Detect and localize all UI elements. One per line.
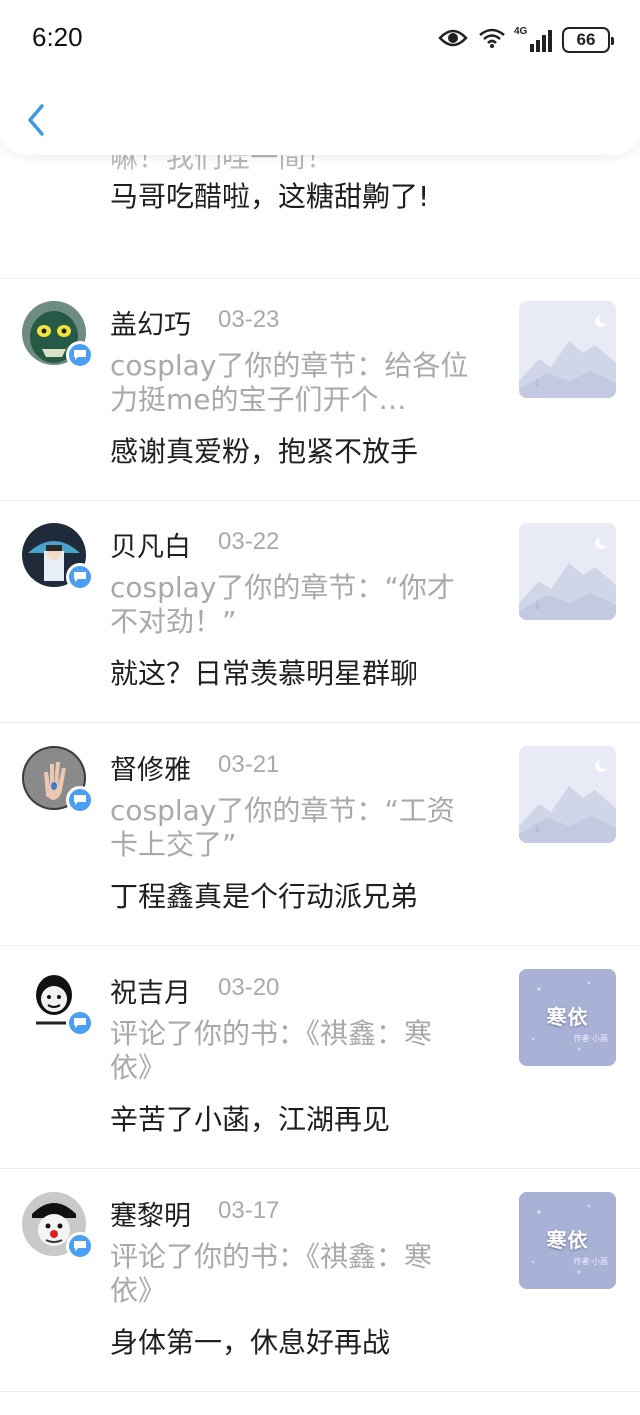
book-cover-thumbnail[interactable]: 寒依 作者·小菡 [519, 1192, 616, 1289]
user-name[interactable]: 蹇黎明 [110, 1194, 191, 1233]
status-icons: 4G 66 [438, 24, 614, 56]
chapter-thumbnail[interactable] [519, 523, 616, 620]
action-text: cosplay了你的章节：“工资卡上交了” [110, 794, 455, 861]
chapter-thumbnail[interactable] [519, 746, 616, 843]
network-type-label: 4G [514, 26, 528, 37]
timestamp: 03-17 [218, 1197, 280, 1224]
battery-icon: 66 [562, 27, 614, 53]
user-name[interactable]: 祝吉月 [110, 971, 191, 1010]
comment-badge-icon [66, 1232, 94, 1260]
action-text: 评论了你的书：《祺鑫：寒依》 [110, 1017, 433, 1084]
user-name[interactable]: 督修雅 [110, 748, 191, 787]
comment-content: 马哥吃醋啦，这糖甜齁了! [110, 180, 430, 213]
cellular-signal-icon: 4G [514, 26, 552, 52]
timestamp: 03-23 [218, 306, 280, 333]
avatar[interactable] [22, 1192, 94, 1264]
comment-content: 身体第一，休息好再战 [110, 1326, 391, 1359]
status-bar: 6:20 4G 66 [0, 0, 640, 80]
list-item[interactable]: 贝凡白 03-22 cosplay了你的章节：“你才不对劲！” 就这？日常羡慕明… [0, 501, 640, 723]
avatar[interactable] [22, 301, 94, 373]
book-cover-author: 作者·小菡 [573, 1034, 608, 1043]
avatar[interactable] [22, 523, 94, 595]
list-item[interactable]: 盖幻巧 03-23 cosplay了你的章节：给各位力挺me的宝子们开个… 感谢… [0, 279, 640, 501]
comment-badge-icon [66, 1009, 94, 1037]
timestamp: 03-21 [218, 751, 280, 778]
top-header: 6:20 4G 66 [0, 0, 640, 155]
timestamp: 03-20 [218, 974, 280, 1001]
eye-icon [438, 27, 468, 53]
status-time: 6:20 [32, 22, 83, 52]
book-cover-thumbnail[interactable]: 寒依 作者·小菡 [519, 969, 616, 1066]
chevron-left-icon [28, 104, 44, 136]
comment-badge-icon [66, 341, 94, 369]
user-name[interactable]: 贝凡白 [110, 525, 191, 564]
action-text: cosplay了你的章节：“你才不对劲！” [110, 571, 455, 638]
back-button[interactable] [20, 98, 54, 142]
book-cover-title: 寒依 [546, 1005, 589, 1029]
book-cover-title: 寒依 [546, 1228, 589, 1252]
comment-badge-icon [66, 563, 94, 591]
action-text: cosplay了你的章节：给各位力挺me的宝子们开个… [110, 349, 469, 416]
timestamp: 03-22 [218, 528, 280, 555]
comment-content: 就这？日常羡慕明星群聊 [110, 657, 419, 690]
list-item[interactable]: 督修雅 03-21 cosplay了你的章节：“工资卡上交了” 丁程鑫真是个行动… [0, 724, 640, 946]
comment-content: 丁程鑫真是个行动派兄弟 [110, 880, 419, 913]
chapter-thumbnail[interactable] [519, 301, 616, 398]
list-item[interactable]: 蹇黎明 03-17 评论了你的书：《祺鑫：寒依》 身体第一，休息好再战 寒依 作… [0, 1170, 640, 1392]
avatar[interactable] [22, 969, 94, 1041]
book-cover-author: 作者·小菡 [573, 1257, 608, 1266]
user-name[interactable]: 盖幻巧 [110, 303, 191, 342]
wifi-icon [478, 27, 506, 53]
list-item[interactable]: 祝吉月 03-20 评论了你的书：《祺鑫：寒依》 辛苦了小菡，江湖再见 寒依 作… [0, 947, 640, 1169]
comment-notifications-page: 嘛！我们哇一简！ 马哥吃醋啦，这糖甜齁了! 盖幻巧 03-23 cosplay了… [0, 0, 640, 1415]
action-text: 评论了你的书：《祺鑫：寒依》 [110, 1240, 433, 1307]
comment-badge-icon [66, 786, 94, 814]
comment-content: 感谢真爱粉，抱紧不放手 [110, 435, 419, 468]
comment-content: 辛苦了小菡，江湖再见 [110, 1103, 391, 1136]
avatar[interactable] [22, 746, 94, 818]
